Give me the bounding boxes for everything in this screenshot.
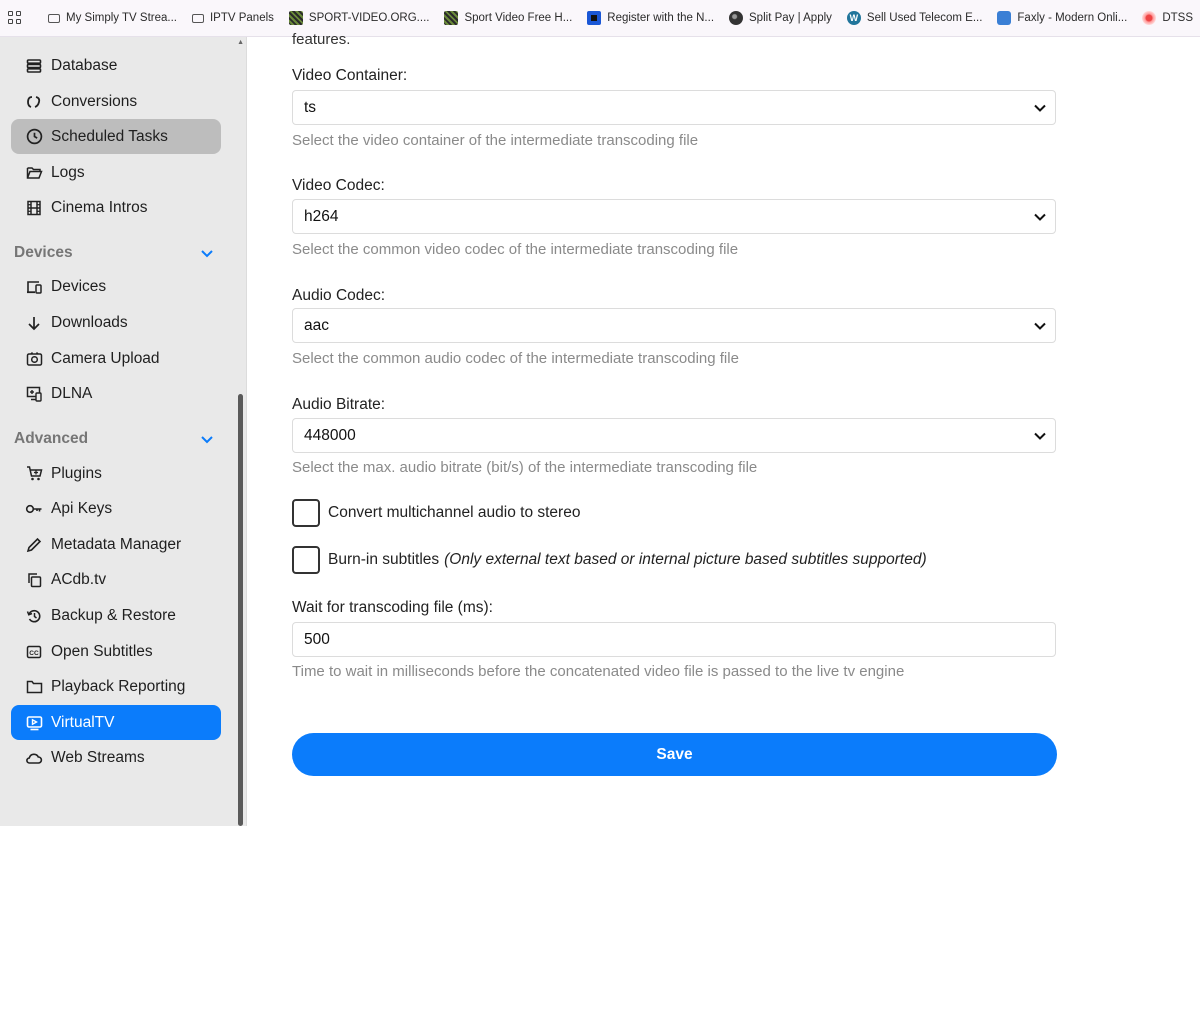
folder-icon: [191, 13, 204, 23]
convert-stereo-checkbox[interactable]: [292, 499, 320, 527]
video-codec-help: Select the common video codec of the int…: [292, 241, 739, 258]
sidebar-item-scheduled-tasks[interactable]: Scheduled Tasks: [11, 119, 221, 154]
audio-codec-select[interactable]: aac: [292, 308, 1056, 343]
audio-bitrate-label: Audio Bitrate:: [292, 396, 386, 413]
sidebar-item-metadata-manager[interactable]: Metadata Manager: [11, 527, 221, 562]
sidebar-item-api-keys[interactable]: Api Keys: [11, 491, 221, 526]
section-header-devices[interactable]: Devices: [14, 242, 218, 264]
sidebar-item-devices[interactable]: Devices: [11, 269, 221, 304]
copy-icon: [25, 571, 43, 589]
sidebar-item-open-subtitles[interactable]: CC Open Subtitles: [11, 634, 221, 669]
video-codec-select[interactable]: h264: [292, 199, 1056, 234]
bookmark-item[interactable]: IPTV Panels: [191, 12, 274, 24]
audio-bitrate-help: Select the max. audio bitrate (bit/s) of…: [292, 459, 758, 476]
folder-icon: [48, 13, 60, 23]
scroll-up-arrow-icon[interactable]: ▲: [237, 39, 244, 46]
bookmark-item[interactable]: SPORT-VIDEO.ORG....: [288, 11, 429, 25]
sidebar-item-acdb[interactable]: ACdb.tv: [11, 562, 221, 597]
chevron-down-icon: [1034, 104, 1046, 112]
sidebar-item-dlna[interactable]: DLNA: [11, 376, 221, 411]
audio-codec-label: Audio Codec:: [292, 287, 386, 304]
bookmarks-bar: My Simply TV Strea... IPTV Panels SPORT-…: [0, 0, 1200, 37]
chevron-down-icon[interactable]: [200, 432, 214, 446]
video-container-label: Video Container:: [292, 67, 408, 84]
sidebar-item-playback-reporting[interactable]: Playback Reporting: [11, 669, 221, 704]
wait-label: Wait for transcoding file (ms):: [292, 599, 493, 616]
site-icon: [288, 11, 303, 25]
site-icon: [729, 11, 744, 25]
cart-icon: [25, 465, 43, 483]
wait-help: Time to wait in milliseconds before the …: [292, 663, 905, 680]
sidebar-item-logs[interactable]: Logs: [11, 155, 221, 190]
bookmark-item[interactable]: Sport Video Free H...: [444, 11, 572, 25]
cc-icon: CC: [25, 643, 43, 661]
video-container-select[interactable]: ts: [292, 90, 1056, 125]
clock-icon: [25, 128, 43, 146]
conversions-icon: [25, 93, 43, 111]
bookmark-item[interactable]: W Sell Used Telecom E...: [846, 11, 982, 25]
sidebar-item-plugins[interactable]: Plugins: [11, 456, 221, 491]
save-button[interactable]: Save: [292, 733, 1057, 776]
wordpress-icon: W: [846, 11, 861, 25]
database-icon: [25, 57, 43, 75]
sidebar-item-web-streams[interactable]: Web Streams: [11, 740, 221, 775]
burn-in-hint: (Only external text based or internal pi…: [444, 551, 927, 568]
play-screen-icon: [25, 714, 43, 732]
devices-icon: [25, 278, 43, 296]
sidebar-item-backup-restore[interactable]: Backup & Restore: [11, 598, 221, 633]
video-codec-label: Video Codec:: [292, 177, 385, 194]
sidebar-item-conversions[interactable]: Conversions: [11, 84, 221, 119]
chevron-down-icon[interactable]: [200, 246, 214, 260]
bookmark-item[interactable]: My Simply TV Strea...: [48, 12, 177, 24]
sidebar-item-downloads[interactable]: Downloads: [11, 305, 221, 340]
restore-icon: [25, 607, 43, 625]
chevron-down-icon: [1034, 322, 1046, 330]
camera-icon: [25, 350, 43, 368]
folder-icon: [25, 678, 43, 696]
apps-grid-icon[interactable]: [8, 11, 22, 25]
film-icon: [25, 199, 43, 217]
chevron-down-icon: [1034, 213, 1046, 221]
bookmark-item[interactable]: Register with the N...: [587, 11, 714, 25]
video-container-help: Select the video container of the interm…: [292, 132, 699, 149]
bookmark-item[interactable]: Faxly - Modern Onli...: [997, 11, 1127, 25]
bookmark-item[interactable]: Split Pay | Apply: [729, 11, 832, 25]
key-icon: [25, 500, 43, 518]
sidebar-item-camera-upload[interactable]: Camera Upload: [11, 341, 221, 376]
site-icon: [1142, 11, 1157, 25]
sidebar-item-cinema-intros[interactable]: Cinema Intros: [11, 190, 221, 225]
cutoff-text: features.: [292, 31, 351, 48]
site-icon: [587, 11, 602, 25]
download-icon: [25, 314, 43, 332]
site-icon: [444, 11, 459, 25]
convert-stereo-row[interactable]: Convert multichannel audio to stereo: [292, 499, 580, 527]
folder-open-icon: [25, 164, 43, 182]
pencil-icon: [25, 536, 43, 554]
sidebar-item-virtualtv[interactable]: VirtualTV: [11, 705, 221, 740]
section-header-advanced[interactable]: Advanced: [14, 428, 218, 450]
wait-input[interactable]: 500: [292, 622, 1056, 657]
burn-in-subtitles-checkbox[interactable]: [292, 546, 320, 574]
burn-in-subtitles-row[interactable]: Burn-in subtitles (Only external text ba…: [292, 546, 927, 574]
dlna-icon: [25, 385, 43, 403]
cloud-icon: [25, 749, 43, 767]
audio-codec-help: Select the common audio codec of the int…: [292, 350, 739, 367]
sidebar: ▲ Database Conversions Scheduled Tasks L…: [0, 37, 247, 826]
scrollbar-thumb[interactable]: [238, 394, 243, 826]
sidebar-item-database[interactable]: Database: [11, 48, 221, 83]
bookmark-item[interactable]: DTSS: [1142, 11, 1193, 25]
site-icon: [997, 11, 1012, 25]
svg-text:CC: CC: [29, 650, 39, 657]
chevron-down-icon: [1034, 432, 1046, 440]
audio-bitrate-select[interactable]: 448000: [292, 418, 1056, 453]
